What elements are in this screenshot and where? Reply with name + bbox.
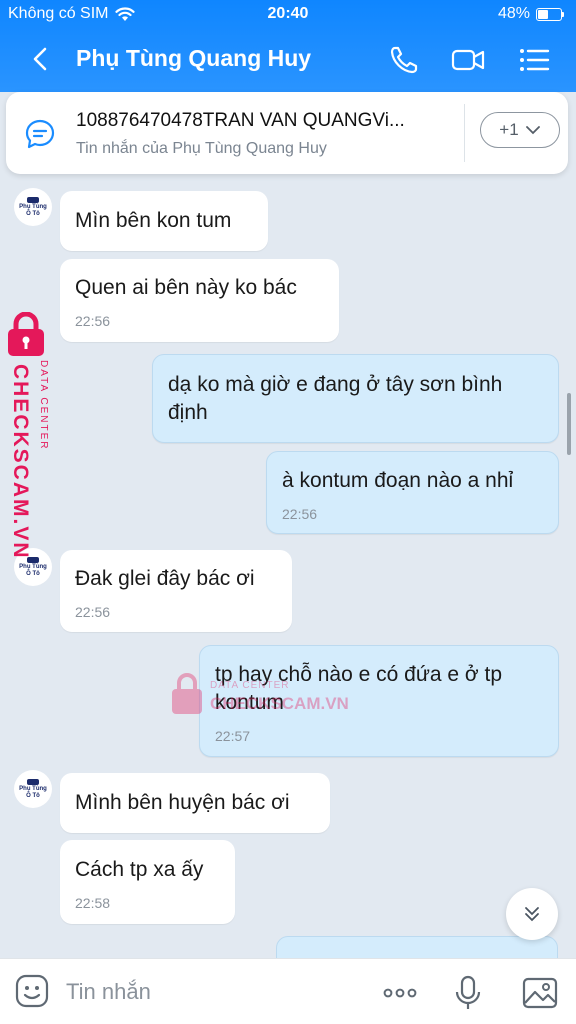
message-received[interactable]: Đak glei đây bác ơi 22:56 [60,550,292,632]
pinned-more-button[interactable]: +1 [480,112,560,148]
pinned-more-count: +1 [499,120,519,139]
message-text: Mìn bên kon tum [75,209,232,232]
watermark-center: DATA CENTER CHECKSCAM.VN [170,672,370,720]
avatar-line: Ô Tô [26,210,40,217]
message-received[interactable]: Quen ai bên này ko bác 22:56 [60,259,339,342]
car-icon [27,778,39,785]
back-arrow-icon[interactable] [26,44,56,74]
battery-status: 48% [498,5,564,23]
microphone-icon[interactable] [448,973,488,1013]
message-text: à kontum đoạn nào a nhỉ [282,469,514,492]
image-gallery-icon[interactable] [520,973,560,1013]
lock-icon [172,673,202,714]
message-received[interactable]: Mìn bên kon tum [60,191,268,251]
battery-percent: 48% [497,5,530,22]
double-chevron-down-icon [525,907,539,922]
message-time: 22:56 [282,506,318,522]
carrier-status: Không có SIM [8,5,135,23]
watermark-brand: CHECKSCAM.VN [9,364,32,560]
nav-bar: Phụ Tùng Quang Huy [0,38,576,82]
avatar-line: Phụ Tùng [19,785,47,792]
car-icon [27,196,39,203]
message-sent[interactable]: à kontum đoạn nào a nhỉ 22:56 [266,451,559,534]
scroll-to-bottom-button[interactable] [506,888,558,940]
chat-header: Không có SIM 20:40 48% Phụ Tùng Quang Hu… [0,0,576,92]
message-received[interactable]: Mình bên huyện bác ơi [60,773,330,833]
contact-avatar[interactable]: Phụ Tùng Ô Tô [14,770,52,808]
pinned-subtitle: Tin nhắn của Phụ Tùng Quang Huy [76,140,327,157]
pinned-message-bar[interactable]: 108876470478TRAN VAN QUANGVi... Tin nhắn… [6,92,568,174]
more-options-icon[interactable] [380,973,420,1013]
message-sent[interactable]: dạ ko mà giờ e đang ở tây sơn bình định [152,354,559,443]
message-text: Mình bên huyện bác ơi [75,791,290,814]
message-time: 22:56 [75,313,111,329]
message-input[interactable]: Tin nhắn [66,979,151,1005]
avatar-line: Ô Tô [26,792,40,799]
watermark-side: CHECKSCAM.VN DATA CENTER [4,312,64,562]
message-bubble-icon [25,119,55,149]
wifi-icon [114,6,135,21]
status-bar: Không có SIM 20:40 48% [0,5,576,27]
avatar-line: Phụ Tùng [19,203,47,210]
watermark-tag: DATA CENTER [38,360,49,451]
lock-icon [8,312,44,356]
watermark-tag: DATA CENTER [210,680,290,691]
message-text: Đak glei đây bác ơi [75,567,255,590]
watermark-brand: CHECKSCAM.VN [210,694,349,713]
menu-list-icon[interactable] [516,42,552,78]
message-received[interactable]: Cách tp xa ấy 22:58 [60,840,235,924]
contact-avatar[interactable]: Phụ Tùng Ô Tô [14,188,52,226]
message-time: 22:56 [75,604,111,620]
message-text: Quen ai bên này ko bác [75,276,297,299]
battery-icon [536,7,564,21]
phone-call-icon[interactable] [386,42,422,78]
message-text: Cách tp xa ấy [75,858,204,881]
message-input-bar: Tin nhắn [0,958,576,1024]
contact-name[interactable]: Phụ Tùng Quang Huy [76,45,311,72]
message-text: dạ ko mà giờ e đang ở tây sơn bình định [168,373,503,424]
pinned-title: 108876470478TRAN VAN QUANGVi... [76,110,405,131]
avatar-line: Phụ Tùng [19,563,47,570]
avatar-line: Ô Tô [26,570,40,577]
video-call-icon[interactable] [450,42,486,78]
scrollbar[interactable] [567,393,571,455]
carrier-label: Không có SIM [8,5,109,22]
chevron-down-icon [525,126,540,135]
pinned-divider [464,104,465,162]
message-time: 22:58 [75,895,111,911]
message-time: 22:57 [215,728,251,744]
sticker-emoji-icon[interactable] [14,973,50,1009]
